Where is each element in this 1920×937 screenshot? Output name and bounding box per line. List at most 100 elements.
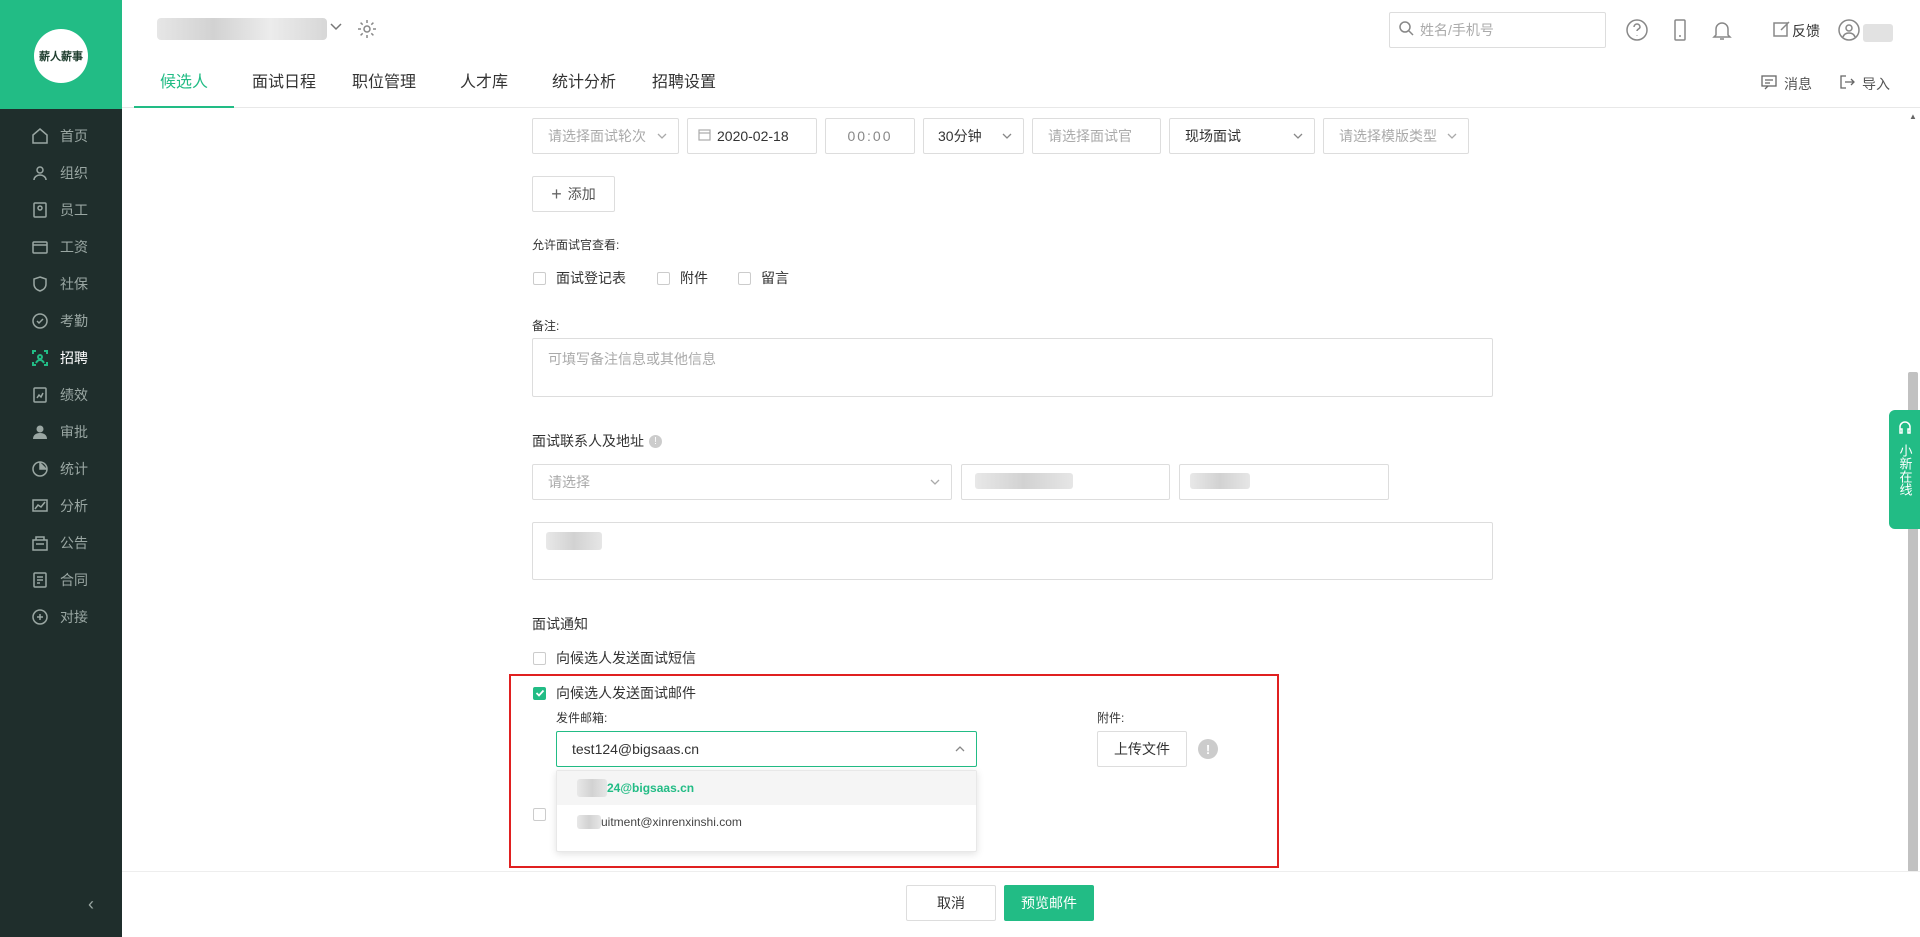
send-sms-checkbox[interactable]: 向候选人发送面试短信 — [533, 648, 696, 668]
add-label: 添加 — [567, 186, 596, 202]
sidebar-item-contract[interactable]: 合同 — [0, 561, 122, 598]
tab-statistics[interactable]: 统计分析 — [552, 60, 616, 108]
template-type-select[interactable]: 请选择模版类型 — [1323, 118, 1469, 154]
salary-icon — [30, 237, 50, 257]
sidebar-item-label: 组织 — [60, 164, 88, 181]
sidebar-item-integration[interactable]: 对接 — [0, 598, 122, 635]
sidebar-item-approval[interactable]: 审批 — [0, 413, 122, 450]
scroll-up-icon[interactable]: ▲ — [1909, 112, 1917, 121]
duration-select[interactable]: 30分钟 — [923, 118, 1024, 154]
sidebar-item-analysis[interactable]: 分析 — [0, 487, 122, 524]
plus-icon: + — [551, 183, 562, 204]
allow-view-attachment-checkbox[interactable]: 附件 — [657, 268, 708, 288]
brand-logo[interactable]: 薪人薪事 — [34, 29, 88, 83]
chevron-down-icon[interactable] — [328, 18, 344, 37]
cancel-button[interactable]: 取消 — [906, 885, 996, 921]
edit-icon — [1772, 19, 1792, 42]
remark-label: 备注: — [532, 319, 560, 333]
sidebar-item-label: 分析 — [60, 497, 88, 514]
allow-view-label: 允许面试官查看: — [532, 238, 620, 252]
analysis-icon — [30, 496, 50, 516]
sidebar-item-employee[interactable]: 员工 — [0, 191, 122, 228]
employee-icon — [30, 200, 50, 220]
bell-icon[interactable] — [1710, 18, 1734, 47]
feedback-label: 反馈 — [1792, 22, 1820, 39]
collapse-sidebar-icon[interactable]: ‹ — [88, 894, 94, 915]
tab-candidates[interactable]: 候选人 — [134, 60, 234, 108]
sidebar-nav: 首页 组织 员工 工资 社保 考勤 招聘 绩效 审批 统计 分析 公告 合同 对… — [0, 117, 122, 635]
gear-icon[interactable] — [356, 18, 378, 45]
tab-interview-schedule[interactable]: 面试日程 — [252, 60, 316, 108]
checkbox-box — [738, 271, 751, 285]
approval-icon — [30, 422, 50, 442]
allow-view-message-checkbox[interactable]: 留言 — [738, 268, 789, 288]
user-menu[interactable] — [1837, 18, 1893, 47]
checkbox-box — [657, 271, 670, 285]
search-icon — [1398, 20, 1414, 41]
interview-time-input[interactable]: 00:00 — [825, 118, 915, 154]
contact-address-label: 面试联系人及地址! — [532, 431, 662, 451]
sidebar-item-social[interactable]: 社保 — [0, 265, 122, 302]
message-icon — [1760, 73, 1778, 94]
chevron-down-icon — [656, 129, 668, 145]
sidebar-item-label: 员工 — [60, 201, 88, 218]
sidebar-item-label: 招聘 — [60, 349, 88, 366]
highlight-annotation-box — [509, 674, 1279, 868]
calendar-icon — [698, 128, 711, 144]
preview-email-button[interactable]: 预览邮件 — [1004, 885, 1094, 921]
online-service-label: 小新在线 — [1897, 444, 1913, 496]
address-blurred — [546, 532, 602, 550]
address-textarea[interactable] — [532, 522, 1493, 580]
import-label: 导入 — [1862, 75, 1890, 92]
contact-person-select[interactable]: 请选择 — [532, 464, 952, 500]
user-avatar-icon — [1837, 18, 1861, 47]
template-type-placeholder: 请选择模版类型 — [1339, 128, 1437, 144]
notice-icon — [30, 533, 50, 553]
info-icon[interactable]: ! — [649, 434, 662, 448]
allow-view-registration-checkbox[interactable]: 面试登记表 — [533, 268, 626, 288]
org-icon — [30, 163, 50, 183]
company-name-blurred[interactable] — [157, 18, 327, 40]
search-input[interactable] — [1420, 22, 1590, 38]
sidebar-item-attendance[interactable]: 考勤 — [0, 302, 122, 339]
sidebar-item-recruit[interactable]: 招聘 — [0, 339, 122, 376]
contact-address-text: 面试联系人及地址 — [532, 433, 644, 449]
sidebar-item-label: 绩效 — [60, 386, 88, 403]
sidebar-item-performance[interactable]: 绩效 — [0, 376, 122, 413]
recruit-icon — [30, 348, 50, 368]
sidebar-item-salary[interactable]: 工资 — [0, 228, 122, 265]
interview-round-select[interactable]: 请选择面试轮次 — [532, 118, 679, 154]
chevron-down-icon — [1446, 129, 1458, 145]
tab-recruit-settings[interactable]: 招聘设置 — [652, 60, 716, 108]
interview-date-picker[interactable]: 2020-02-18 — [687, 118, 817, 154]
tab-positions[interactable]: 职位管理 — [352, 60, 416, 108]
attendance-icon — [30, 311, 50, 331]
search-box[interactable] — [1389, 12, 1606, 48]
interviewer-select[interactable]: 请选择面试官 — [1032, 118, 1161, 154]
add-button[interactable]: + 添加 — [532, 176, 615, 212]
chevron-down-icon — [1001, 129, 1013, 145]
contract-icon — [30, 570, 50, 590]
sidebar-item-label: 社保 — [60, 275, 88, 292]
user-name-blurred — [1863, 23, 1893, 42]
sidebar: 薪人薪事 首页 组织 员工 工资 社保 考勤 招聘 绩效 审批 统计 分析 公告… — [0, 0, 122, 937]
sidebar-item-home[interactable]: 首页 — [0, 117, 122, 154]
sidebar-item-label: 工资 — [60, 238, 88, 255]
logo-area: 薪人薪事 — [0, 0, 122, 109]
interview-mode-select[interactable]: 现场面试 — [1169, 118, 1315, 154]
chevron-down-icon — [1292, 129, 1304, 145]
remark-textarea[interactable]: 可填写备注信息或其他信息 — [532, 338, 1493, 397]
sidebar-item-label: 考勤 — [60, 312, 88, 329]
online-service-widget[interactable]: 小新在线 — [1889, 410, 1920, 529]
message-button[interactable]: 消息 — [1760, 73, 1812, 94]
sidebar-item-label: 对接 — [60, 608, 88, 625]
import-button[interactable]: 导入 — [1838, 73, 1890, 94]
tab-talent-pool[interactable]: 人才库 — [460, 60, 508, 108]
sidebar-item-notice[interactable]: 公告 — [0, 524, 122, 561]
feedback-button[interactable]: 反馈 — [1772, 19, 1820, 42]
help-icon[interactable] — [1625, 18, 1649, 47]
mobile-icon[interactable] — [1668, 18, 1692, 47]
sidebar-item-stats[interactable]: 统计 — [0, 450, 122, 487]
pie-icon — [30, 459, 50, 479]
sidebar-item-org[interactable]: 组织 — [0, 154, 122, 191]
